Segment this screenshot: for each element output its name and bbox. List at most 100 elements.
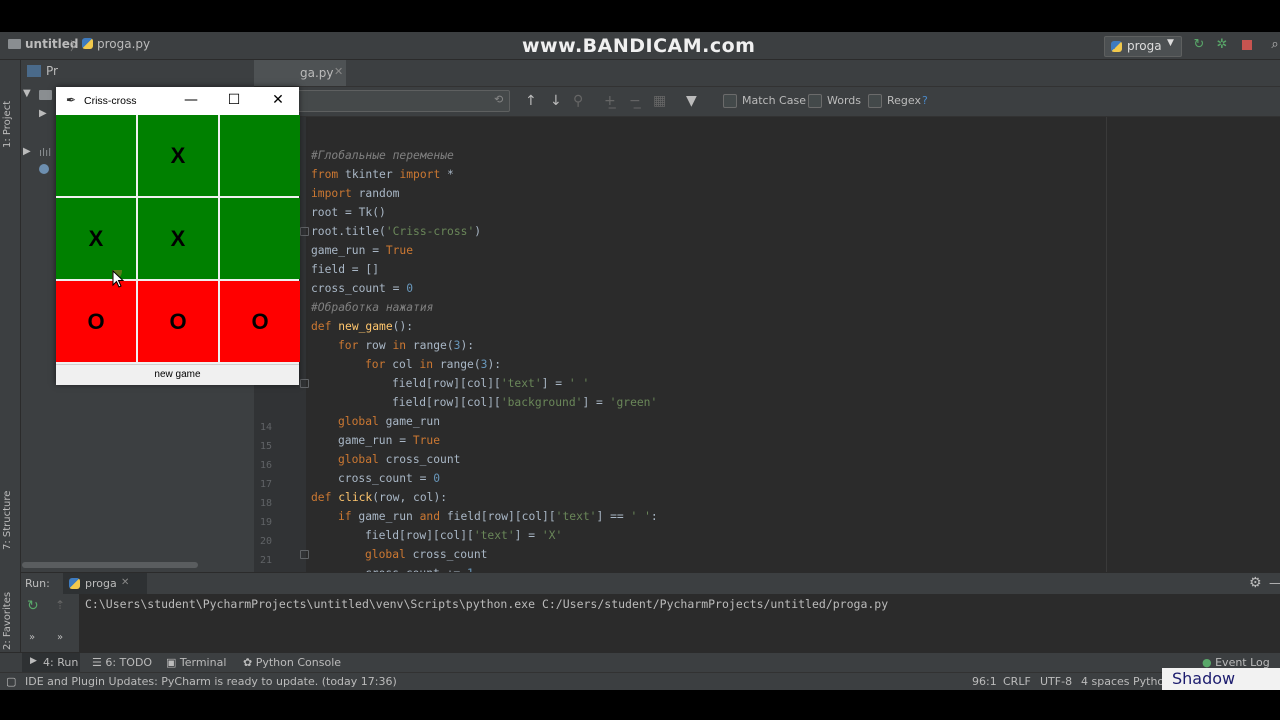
tool-window-python-console[interactable]: ✿ Python Console bbox=[243, 656, 341, 669]
run-tab-proga[interactable]: proga ✕ bbox=[63, 573, 147, 595]
favorites-tool-tab[interactable]: 2: Favorites bbox=[2, 570, 18, 650]
breadcrumb-project[interactable]: untitled bbox=[8, 37, 79, 51]
code-line[interactable]: import random bbox=[311, 187, 399, 200]
filter-icon[interactable]: ▼ bbox=[686, 93, 697, 109]
tk-window-title: Criss-cross bbox=[84, 95, 137, 107]
python-interpreter[interactable]: Pytho bbox=[1133, 675, 1164, 688]
previous-occurrence-icon[interactable]: ↑ bbox=[525, 93, 537, 109]
add-occurrence-icon[interactable]: +̲ bbox=[604, 93, 616, 109]
toggle-tool-windows-icon[interactable]: ▢ bbox=[6, 675, 16, 688]
board-cell-0-1[interactable]: X bbox=[138, 115, 218, 196]
collapse-arrow-icon[interactable]: ▶ bbox=[23, 146, 31, 157]
code-line[interactable]: root.title('Criss-cross') bbox=[311, 225, 481, 238]
code-line[interactable]: field[row][col]['text'] = 'X' bbox=[311, 529, 562, 542]
new-game-button[interactable]: new game bbox=[56, 364, 299, 385]
gear-icon[interactable]: ⚙ bbox=[1249, 575, 1262, 591]
code-line[interactable]: root = Tk() bbox=[311, 206, 386, 219]
tool-window-todo[interactable]: ☰ 6: TODO bbox=[92, 656, 152, 669]
regex-help-link[interactable]: ? bbox=[922, 94, 928, 107]
indent-setting[interactable]: 4 spaces bbox=[1081, 675, 1130, 688]
match-case-checkbox[interactable] bbox=[723, 94, 737, 108]
code-line[interactable]: field = [] bbox=[311, 263, 379, 276]
code-line[interactable]: field[row][col]['text'] = ' ' bbox=[311, 377, 589, 390]
status-message[interactable]: IDE and Plugin Updates: PyCharm is ready… bbox=[25, 675, 397, 688]
breadcrumb-file[interactable]: proga.py bbox=[82, 37, 150, 51]
close-tab-icon[interactable]: ✕ bbox=[121, 577, 129, 588]
code-line[interactable]: global game_run bbox=[311, 415, 440, 428]
words-checkbox[interactable] bbox=[808, 94, 822, 108]
code-line[interactable]: #Обработка нажатия bbox=[311, 301, 433, 314]
find-all-icon[interactable]: ⚲ bbox=[573, 93, 583, 109]
code-line[interactable]: from tkinter import * bbox=[311, 168, 454, 181]
code-line[interactable]: for row in range(3): bbox=[311, 339, 474, 352]
board-cell-2-0[interactable]: O bbox=[56, 281, 136, 362]
board-cell-2-2[interactable]: O bbox=[220, 281, 300, 362]
board-cell-1-0[interactable]: X bbox=[56, 198, 136, 279]
more-actions-icon[interactable]: » bbox=[29, 632, 35, 643]
file-encoding[interactable]: UTF-8 bbox=[1040, 675, 1072, 688]
board-cell-2-1[interactable]: O bbox=[138, 281, 218, 362]
stop-icon[interactable] bbox=[1242, 40, 1252, 50]
remove-occurrence-icon[interactable]: −̲ bbox=[629, 93, 641, 109]
line-number: 19 bbox=[259, 517, 272, 528]
next-occurrence-icon[interactable]: ↓ bbox=[550, 93, 562, 109]
more-actions-icon[interactable]: » bbox=[57, 632, 63, 643]
tk-titlebar[interactable]: ✒ Criss-cross — ☐ ✕ bbox=[56, 87, 299, 115]
tool-window-run[interactable]: ▶ 4: Run bbox=[22, 653, 80, 673]
project-view-icon[interactable] bbox=[27, 65, 41, 77]
python-icon bbox=[1111, 41, 1122, 52]
regex-checkbox[interactable] bbox=[868, 94, 882, 108]
code-line[interactable]: cross_count = 0 bbox=[311, 472, 440, 485]
structure-tool-tab[interactable]: 7: Structure bbox=[2, 480, 18, 550]
run-configuration-select[interactable]: proga ▼ bbox=[1104, 36, 1182, 57]
minimize-panel-icon[interactable]: — bbox=[1269, 576, 1280, 590]
run-actions-strip: ↻ ⇡ » » bbox=[21, 594, 80, 652]
line-number: 14 bbox=[259, 422, 272, 433]
collapse-arrow-icon[interactable]: ▶ bbox=[39, 108, 47, 119]
project-tool-tab[interactable]: 1: Project bbox=[2, 68, 18, 148]
line-separator[interactable]: CRLF bbox=[1003, 675, 1031, 688]
code-line[interactable]: cross_count = 0 bbox=[311, 282, 413, 295]
fold-marker-icon[interactable] bbox=[300, 227, 309, 236]
expand-arrow-icon[interactable]: ▼ bbox=[23, 88, 31, 99]
fold-marker-icon[interactable] bbox=[300, 379, 309, 388]
board-cell-0-0[interactable] bbox=[56, 115, 136, 196]
rerun-icon[interactable]: ↻ bbox=[27, 598, 39, 614]
project-horizontal-scrollbar[interactable] bbox=[22, 562, 198, 568]
caret-position[interactable]: 96:1 bbox=[972, 675, 997, 688]
minimize-button[interactable]: — bbox=[176, 91, 206, 111]
code-line[interactable]: global cross_count bbox=[311, 453, 460, 466]
select-all-occurrences-icon[interactable]: ▦ bbox=[653, 93, 666, 109]
console-output-line: C:\Users\student\PycharmProjects\untitle… bbox=[85, 597, 889, 611]
code-line[interactable]: #Глобальные переменые bbox=[311, 149, 454, 162]
search-everywhere-icon[interactable]: ⌕ bbox=[1268, 38, 1280, 52]
code-line[interactable]: def click(row, col): bbox=[311, 491, 447, 504]
close-button[interactable]: ✕ bbox=[263, 91, 293, 111]
close-tab-icon[interactable]: ✕ bbox=[334, 65, 343, 78]
python-console-icon: ✿ bbox=[243, 656, 256, 669]
stop-up-icon[interactable]: ⇡ bbox=[55, 598, 65, 612]
code-line[interactable]: game_run = True bbox=[311, 434, 440, 447]
project-view-label[interactable]: Pr bbox=[46, 64, 58, 78]
editor-tab-proga[interactable]: ga.py ✕ bbox=[254, 60, 346, 86]
navigation-bar: untitled 〉 proga.py www.BANDICAM.com pro… bbox=[0, 32, 1280, 60]
code-editor: ga.py ✕ ⟲ ↑ ↓ ⚲ +̲ −̲ ▦ ▼ Match Case Wor… bbox=[254, 60, 1280, 604]
board-cell-1-2[interactable] bbox=[220, 198, 300, 279]
terminal-icon: ▣ bbox=[166, 656, 180, 669]
code-line[interactable]: game_run = True bbox=[311, 244, 413, 257]
tool-window-terminal[interactable]: ▣ Terminal bbox=[166, 656, 226, 669]
code-line[interactable]: if game_run and field[row][col]['text'] … bbox=[311, 510, 658, 523]
right-margin-guide bbox=[1106, 117, 1107, 577]
fold-marker-icon[interactable] bbox=[300, 550, 309, 559]
debug-bug-icon[interactable]: ✲ bbox=[1215, 38, 1229, 52]
clear-search-icon[interactable]: ⟲ bbox=[494, 93, 503, 106]
maximize-button[interactable]: ☐ bbox=[219, 91, 249, 111]
chevron-down-icon: ▼ bbox=[1167, 38, 1174, 48]
code-line[interactable]: global cross_count bbox=[311, 548, 487, 561]
board-cell-1-1[interactable]: X bbox=[138, 198, 218, 279]
rerun-icon[interactable]: ↻ bbox=[1192, 38, 1206, 52]
code-line[interactable]: def new_game(): bbox=[311, 320, 413, 333]
board-cell-0-2[interactable] bbox=[220, 115, 300, 196]
code-line[interactable]: for col in range(3): bbox=[311, 358, 501, 371]
code-line[interactable]: field[row][col]['background'] = 'green' bbox=[311, 396, 657, 409]
